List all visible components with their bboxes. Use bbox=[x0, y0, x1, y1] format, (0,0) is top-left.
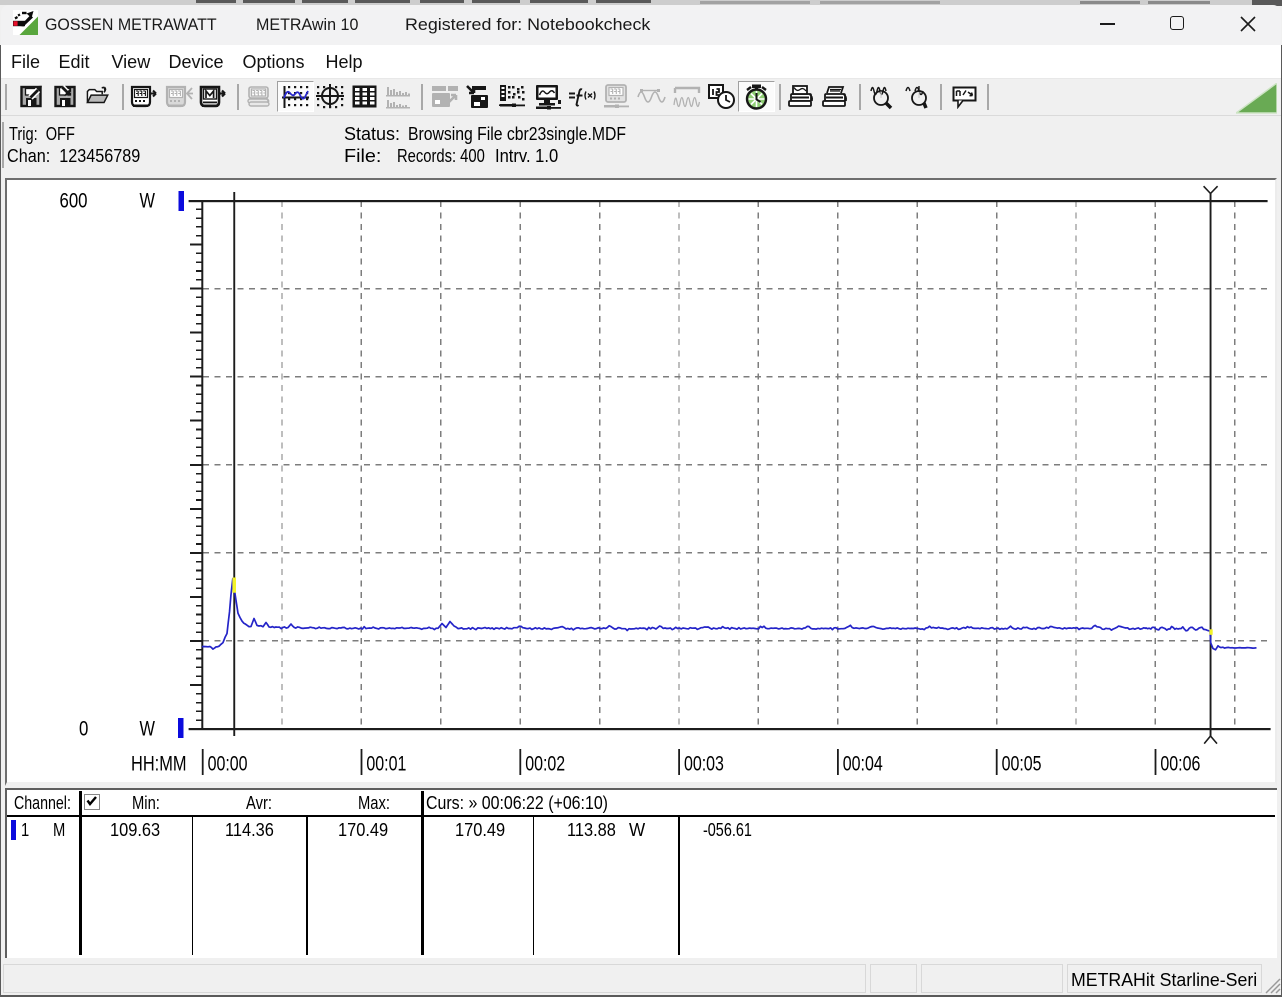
svg-text:00:02: 00:02 bbox=[525, 751, 565, 775]
svg-text:0: 0 bbox=[79, 718, 88, 741]
svg-text:W: W bbox=[140, 189, 156, 212]
svg-text:00:00: 00:00 bbox=[208, 751, 248, 775]
svg-text:00:06: 00:06 bbox=[1160, 751, 1200, 775]
svg-text:600: 600 bbox=[60, 190, 88, 213]
svg-text:00:04: 00:04 bbox=[843, 751, 883, 775]
svg-text:W: W bbox=[140, 717, 156, 740]
svg-text:00:01: 00:01 bbox=[366, 751, 406, 775]
svg-text:HH:MM: HH:MM bbox=[131, 752, 186, 775]
svg-text:00:03: 00:03 bbox=[684, 751, 724, 775]
svg-text:00:05: 00:05 bbox=[1002, 751, 1042, 775]
